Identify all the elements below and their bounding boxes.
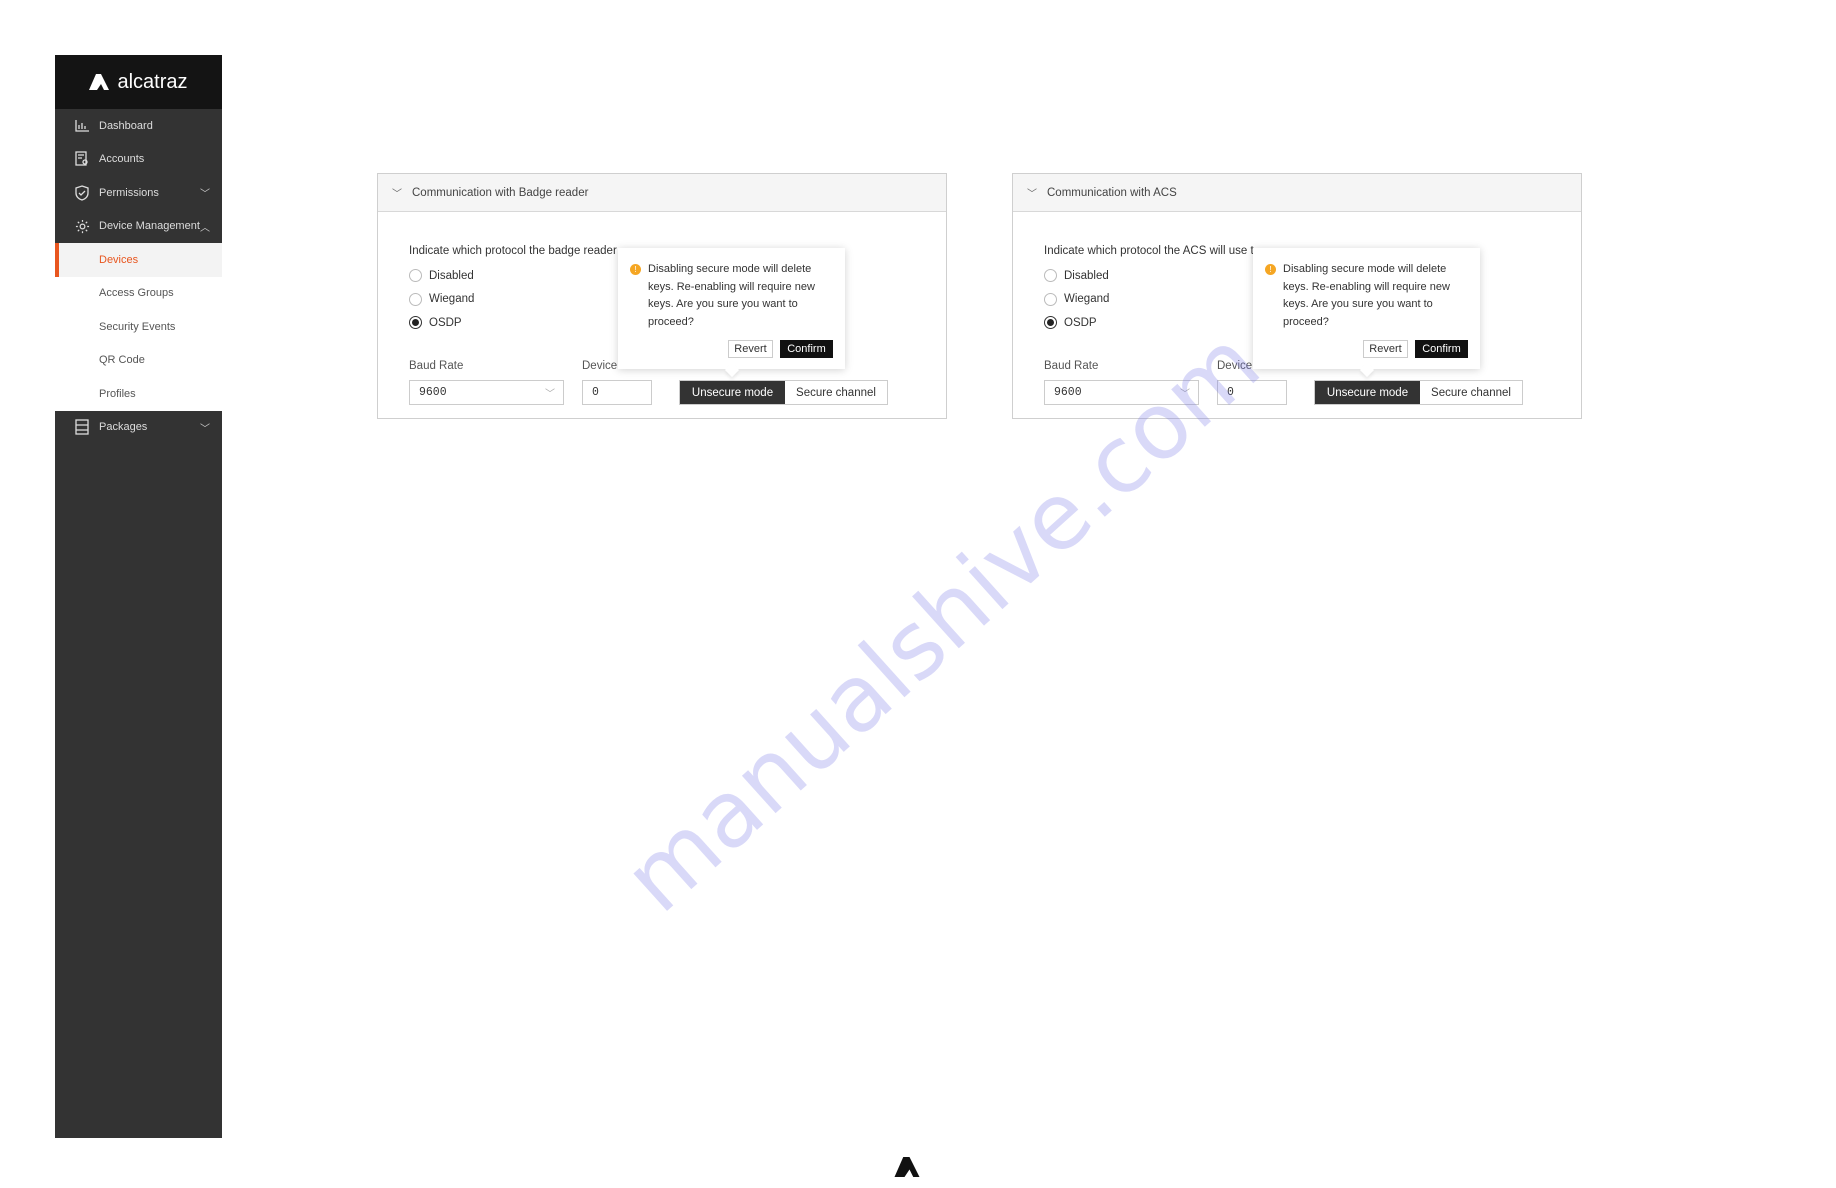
- warning-icon: !: [1265, 264, 1276, 275]
- popover-message: Disabling secure mode will delete keys. …: [1283, 263, 1450, 328]
- alcatraz-logo-icon: [89, 74, 110, 90]
- sidebar-item-device-management[interactable]: Device Management ︿: [55, 210, 222, 244]
- secure-channel-button[interactable]: Secure channel: [1420, 381, 1522, 404]
- radio-disabled[interactable]: Disabled: [409, 269, 474, 282]
- radio-circle[interactable]: [409, 292, 422, 306]
- radio-circle[interactable]: [1044, 316, 1057, 329]
- sidebar-item-label: Security Events: [99, 320, 176, 333]
- radio-osdp[interactable]: OSDP: [409, 316, 462, 329]
- footer-logo-icon: [894, 1157, 920, 1177]
- sidebar: alcatraz Dashboard Accounts Permissions ﹀ De…: [55, 55, 222, 1138]
- baud-rate-select[interactable]: 9600 ﹀: [409, 380, 564, 405]
- panel-title: Communication with Badge reader: [412, 186, 589, 199]
- chevron-down-icon: ﹀: [200, 189, 210, 201]
- confirm-button[interactable]: Confirm: [1415, 340, 1468, 358]
- logo[interactable]: alcatraz: [55, 55, 222, 109]
- unsecure-mode-button[interactable]: Unsecure mode: [1315, 381, 1420, 404]
- revert-button[interactable]: Revert: [1363, 340, 1408, 358]
- chevron-down-icon: ﹀: [200, 423, 210, 435]
- sidebar-item-devices[interactable]: Devices: [55, 243, 222, 277]
- bar-chart-icon: [74, 118, 90, 134]
- device-label: Device: [582, 360, 618, 372]
- accounts-icon: [74, 151, 90, 167]
- radio-circle[interactable]: [1044, 269, 1057, 282]
- sidebar-item-label: Profiles: [99, 387, 136, 400]
- radio-wiegand[interactable]: Wiegand: [409, 292, 474, 306]
- brand-name: alcatraz: [117, 70, 188, 93]
- sidebar-item-packages[interactable]: Packages ﹀: [55, 411, 222, 445]
- chevron-up-icon: ︿: [200, 222, 210, 234]
- server-icon: [74, 419, 90, 435]
- device-management-submenu: Devices Access Groups Security Events QR Co…: [55, 243, 222, 411]
- revert-button[interactable]: Revert: [728, 340, 773, 358]
- confirm-popover: ! Disabling secure mode will delete keys…: [1253, 248, 1480, 378]
- sidebar-item-dashboard[interactable]: Dashboard: [55, 109, 222, 143]
- chevron-down-icon: ﹀: [545, 389, 555, 401]
- sidebar-item-permissions[interactable]: Permissions ﹀: [55, 176, 222, 210]
- sidebar-item-qr-code[interactable]: QR Code: [55, 344, 222, 378]
- sidebar-item-access-groups[interactable]: Access Groups: [55, 277, 222, 311]
- chevron-down-icon[interactable]: ﹀: [392, 185, 402, 200]
- sidebar-item-label: Access Groups: [99, 287, 174, 300]
- confirm-button[interactable]: Confirm: [780, 340, 833, 358]
- radio-disabled[interactable]: Disabled: [1044, 269, 1109, 282]
- mode-toggle: Unsecure mode Secure channel: [1314, 380, 1523, 405]
- sidebar-item-label: Accounts: [99, 153, 145, 166]
- unsecure-mode-button[interactable]: Unsecure mode: [680, 381, 785, 404]
- confirm-popover: ! Disabling secure mode will delete keys…: [618, 248, 845, 378]
- sidebar-item-label: Dashboard: [99, 119, 153, 132]
- chevron-down-icon[interactable]: ﹀: [1027, 185, 1037, 200]
- popover-arrow: [1359, 362, 1375, 378]
- panel-acs: ﹀ Communication with ACS Indicate which p…: [1012, 173, 1582, 419]
- baud-rate-label: Baud Rate: [1044, 360, 1099, 372]
- gear-icon: [74, 218, 90, 234]
- sidebar-item-security-events[interactable]: Security Events: [55, 310, 222, 344]
- panel-header[interactable]: ﹀ Communication with ACS: [1013, 174, 1581, 212]
- radio-circle[interactable]: [1044, 292, 1057, 306]
- popover-message: Disabling secure mode will delete keys. …: [648, 263, 815, 328]
- sidebar-item-label: Devices: [99, 253, 139, 266]
- popover-arrow: [724, 362, 740, 378]
- sidebar-item-label: Device Management: [99, 220, 200, 233]
- warning-icon: !: [630, 264, 641, 275]
- secure-channel-button[interactable]: Secure channel: [785, 381, 887, 404]
- sidebar-item-profiles[interactable]: Profiles: [55, 377, 222, 411]
- protocol-question: Indicate which protocol the ACS will use…: [1044, 245, 1254, 257]
- panel-title: Communication with ACS: [1047, 186, 1177, 199]
- shield-check-icon: [74, 185, 90, 201]
- panel-badge-reader: ﹀ Communication with Badge reader Indicat…: [377, 173, 947, 419]
- sidebar-item-label: Permissions: [99, 186, 159, 199]
- device-input[interactable]: 0: [582, 380, 652, 405]
- sidebar-item-accounts[interactable]: Accounts: [55, 143, 222, 177]
- protocol-question: Indicate which protocol the badge reader: [409, 245, 617, 257]
- sidebar-item-label: Packages: [99, 421, 148, 434]
- panel-header[interactable]: ﹀ Communication with Badge reader: [378, 174, 946, 212]
- radio-wiegand[interactable]: Wiegand: [1044, 292, 1109, 306]
- sidebar-item-label: QR Code: [99, 354, 145, 367]
- radio-osdp[interactable]: OSDP: [1044, 316, 1097, 329]
- radio-circle[interactable]: [409, 316, 422, 329]
- mode-toggle: Unsecure mode Secure channel: [679, 380, 888, 405]
- radio-circle[interactable]: [409, 269, 422, 282]
- baud-rate-label: Baud Rate: [409, 360, 464, 372]
